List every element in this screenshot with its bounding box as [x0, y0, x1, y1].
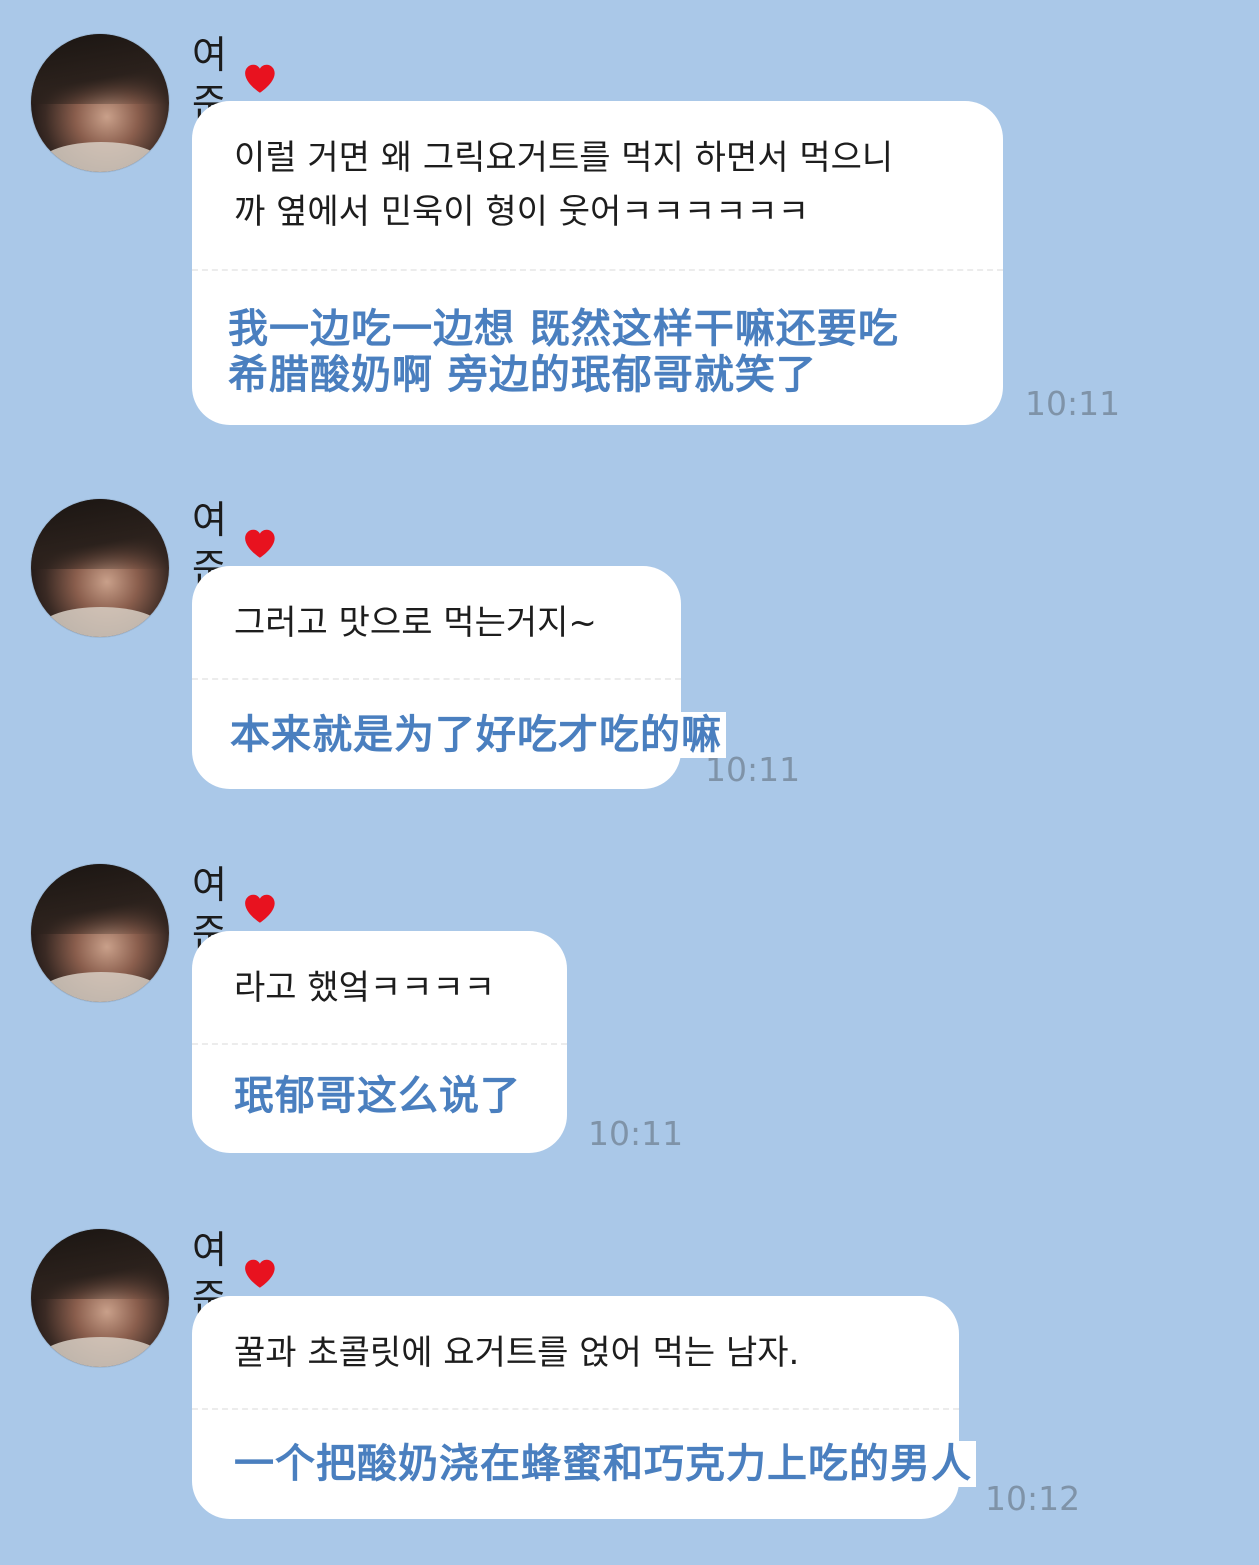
avatar-pillow [41, 142, 161, 172]
message-text-line: 그러고 맛으로 먹는거지~ [234, 603, 597, 643]
translation-text: 本来就是为了好吃才吃的嘛 [226, 712, 726, 758]
translation-text: 我一边吃一边想 既然这样干嘛还要吃 希腊酸奶啊 旁边的珉郁哥就笑了 [228, 306, 899, 398]
avatar-pillow [41, 972, 161, 1002]
avatar-pillow [41, 1337, 161, 1367]
translation-text: 一个把酸奶浇在蜂蜜和巧克力上吃的男人 [230, 1441, 976, 1487]
message-text: 라고 했엌ㅋㅋㅋㅋ [234, 961, 537, 1015]
avatar-hair [31, 34, 169, 104]
translation-divider [192, 678, 681, 680]
message-text-line: 까 옆에서 민욱이 형이 웃어ㅋㅋㅋㅋㅋㅋ [234, 192, 809, 232]
translation-line: 我一边吃一边想 既然这样干嘛还要吃 [228, 306, 899, 352]
translation-divider [192, 269, 1003, 271]
avatar[interactable] [31, 34, 169, 172]
translation-line: 希腊酸奶啊 旁边的珉郁哥就笑了 [228, 352, 817, 398]
message-text: 이럴 거면 왜 그릭요거트를 먹지 하면서 먹으니 까 옆에서 민욱이 형이 웃… [234, 131, 973, 239]
message-text-line: 이럴 거면 왜 그릭요거트를 먹지 하면서 먹으니 [234, 138, 894, 178]
avatar-hair [31, 1229, 169, 1299]
message-text-line: 라고 했엌ㅋㅋㅋㅋ [234, 968, 496, 1008]
translation-divider [192, 1043, 567, 1045]
heart-icon [245, 529, 275, 558]
message-bubble[interactable]: 이럴 거면 왜 그릭요거트를 먹지 하면서 먹으니 까 옆에서 민욱이 형이 웃… [192, 101, 1003, 425]
avatar-hair [31, 499, 169, 569]
message-bubble[interactable]: 라고 했엌ㅋㅋㅋㅋ 珉郁哥这么说了 [192, 931, 567, 1153]
heart-icon [245, 64, 275, 93]
avatar[interactable] [31, 1229, 169, 1367]
timestamp: 10:12 [985, 1479, 1081, 1518]
message-text: 그러고 맛으로 먹는거지~ [234, 596, 651, 650]
avatar[interactable] [31, 499, 169, 637]
translation-text: 珉郁哥这么说了 [234, 1073, 521, 1119]
timestamp: 10:11 [588, 1114, 684, 1153]
message-text-line: 꿀과 초콜릿에 요거트를 얹어 먹는 남자. [234, 1333, 800, 1373]
translation-divider [192, 1408, 959, 1410]
timestamp: 10:11 [1025, 384, 1121, 423]
heart-icon [245, 1259, 275, 1288]
heart-icon [245, 894, 275, 923]
avatar-hair [31, 864, 169, 934]
message-text: 꿀과 초콜릿에 요거트를 얹어 먹는 남자. [234, 1326, 929, 1380]
avatar[interactable] [31, 864, 169, 1002]
avatar-pillow [41, 607, 161, 637]
